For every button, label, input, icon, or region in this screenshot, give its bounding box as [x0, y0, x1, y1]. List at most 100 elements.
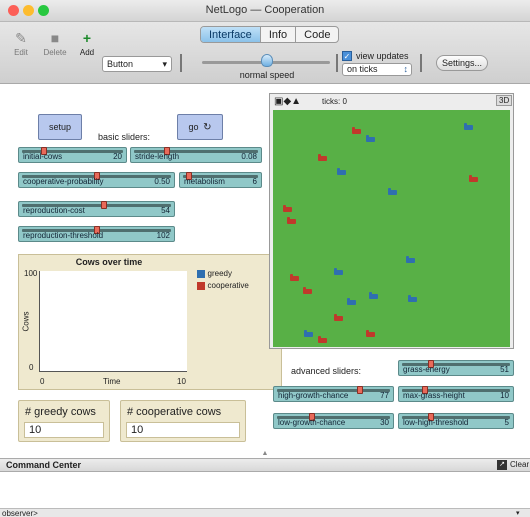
plot-area — [39, 271, 187, 372]
greedy-cow — [464, 123, 473, 130]
update-mode-select[interactable]: on ticks ↕ — [342, 63, 412, 76]
plot-cows-over-time: Cows over time 100 0 Cows 0 Time 10 gree… — [18, 254, 282, 390]
slider-label: reproduction-threshold — [23, 231, 104, 240]
greedy-cow — [347, 298, 356, 305]
go-button[interactable]: go ↻ — [177, 114, 223, 140]
tab-interface[interactable]: Interface — [201, 27, 261, 42]
legend-label: greedy — [207, 269, 232, 278]
cooperative-cow — [334, 314, 343, 321]
world-view: ▣◆▲ ticks: 0 3D — [269, 93, 514, 349]
slider-high-growth-chance[interactable]: high-growth-chance 77 — [273, 386, 394, 402]
observer-prompt: observer> — [2, 509, 38, 517]
tab-info[interactable]: Info — [261, 27, 297, 42]
monitor-label: # greedy cows — [25, 406, 96, 418]
slider-low-growth-chance[interactable]: low-growth-chance 30 — [273, 413, 394, 429]
slider-max-grass-height[interactable]: max-grass-height 10 — [398, 386, 514, 402]
slider-label: low-growth-chance — [278, 418, 346, 427]
slider-knob[interactable] — [100, 201, 107, 209]
slider-value: 30 — [380, 418, 389, 427]
tab-code[interactable]: Code — [296, 27, 338, 42]
plot-x-label: Time — [103, 377, 121, 386]
slider-label: low-high-threshold — [403, 418, 469, 427]
monitor-value: 10 — [126, 422, 240, 438]
cooperative-cow — [318, 154, 327, 161]
go-button-label: go — [188, 122, 199, 132]
view-controls-icon[interactable]: ▣◆▲ — [274, 96, 301, 107]
slider-cooperative-probability[interactable]: cooperative-probability 0.50 — [18, 172, 175, 188]
slider-low-high-threshold[interactable]: low-high-threshold 5 — [398, 413, 514, 429]
cooperative-cow — [352, 127, 361, 134]
slider-label: max-grass-height — [403, 391, 465, 400]
greedy-cow — [406, 256, 415, 263]
ticks-counter: ticks: 0 — [322, 97, 347, 106]
window-title: NetLogo — Cooperation — [205, 4, 325, 16]
slider-value: 10 — [500, 391, 509, 400]
plot-y-min: 0 — [29, 363, 34, 372]
delete-button[interactable]: Delete — [42, 48, 68, 57]
cooperative-cow — [303, 287, 312, 294]
toolbar-divider — [180, 54, 182, 72]
slider-value: 6 — [252, 177, 257, 186]
cooperative-cow — [469, 175, 478, 182]
basic-sliders-label: basic sliders: — [98, 132, 151, 142]
monitor-greedy-cows: # greedy cows 10 — [18, 400, 110, 442]
command-center-title: Command Center — [6, 460, 82, 470]
toolbar-divider — [336, 54, 338, 72]
plot-title: Cows over time — [75, 257, 143, 267]
legend-entry: cooperative — [197, 280, 249, 290]
slider-reproduction-cost[interactable]: reproduction-cost 54 — [18, 201, 175, 217]
slider-reproduction-threshold[interactable]: reproduction-threshold 102 — [18, 226, 175, 242]
slider-value: 77 — [380, 391, 389, 400]
add-button[interactable]: Add — [74, 48, 100, 57]
greedy-cow — [334, 268, 343, 275]
view-updates-checkbox[interactable]: ✓ — [342, 51, 352, 61]
slider-label: reproduction-cost — [23, 206, 85, 215]
cooperative-cow — [283, 205, 292, 212]
slider-label: cooperative-probability — [23, 177, 104, 186]
plot-y-label: Cows — [21, 311, 31, 332]
widget-type-value: Button — [107, 59, 134, 69]
legend-entry: greedy — [197, 268, 232, 278]
monitor-value: 10 — [24, 422, 104, 438]
world-grass[interactable] — [273, 110, 510, 347]
legend-label: cooperative — [207, 281, 249, 290]
greedy-cow — [388, 188, 397, 195]
slider-stride-length[interactable]: stride-length 0.08 — [130, 147, 262, 163]
slider-metabolism[interactable]: metabolism 6 — [179, 172, 262, 188]
plot-x-min: 0 — [40, 377, 45, 386]
view-control-bar: ▣◆▲ ticks: 0 3D — [270, 94, 513, 110]
setup-button[interactable]: setup — [38, 114, 82, 140]
legend-swatch — [197, 281, 205, 290]
speed-label: normal speed — [239, 70, 295, 80]
slider-value: 20 — [113, 152, 122, 161]
slider-label: stride-length — [135, 152, 180, 161]
settings-button[interactable]: Settings... — [436, 55, 488, 71]
monitor-cooperative-cows: # cooperative cows 10 — [120, 400, 246, 442]
expand-icon[interactable]: ↗ — [497, 460, 507, 470]
command-input-row[interactable]: observer> ▾ — [0, 508, 530, 517]
splitter-handle-icon[interactable]: ▲ — [260, 450, 270, 457]
speed-slider-knob[interactable] — [261, 54, 273, 67]
chevron-down-icon: ▾ — [162, 59, 167, 69]
plot-x-max: 10 — [177, 377, 186, 386]
slider-value: 51 — [500, 365, 509, 374]
chevron-down-icon[interactable]: ▾ — [516, 509, 520, 517]
slider-value: 0.50 — [154, 177, 170, 186]
slider-knob[interactable] — [357, 386, 364, 394]
greedy-cow — [304, 330, 313, 337]
slider-grass-energy[interactable]: grass-energy 51 — [398, 360, 514, 376]
greedy-cow — [408, 295, 417, 302]
forever-loop-icon: ↻ — [203, 122, 212, 133]
edit-button[interactable]: Edit — [8, 48, 34, 57]
slider-label: metabolism — [184, 177, 225, 186]
slider-value: 102 — [156, 231, 170, 240]
3d-view-button[interactable]: 3D — [496, 95, 513, 106]
widget-type-select[interactable]: Button ▾ — [102, 56, 172, 72]
slider-initial-cows[interactable]: initial-cows 20 — [18, 147, 127, 163]
monitor-label: # cooperative cows — [127, 406, 222, 418]
command-output — [0, 472, 530, 508]
slider-value: 5 — [504, 418, 509, 427]
pencil-icon: ✎ — [15, 30, 27, 46]
cooperative-cow — [287, 217, 296, 224]
clear-button[interactable]: Clear — [510, 460, 529, 469]
